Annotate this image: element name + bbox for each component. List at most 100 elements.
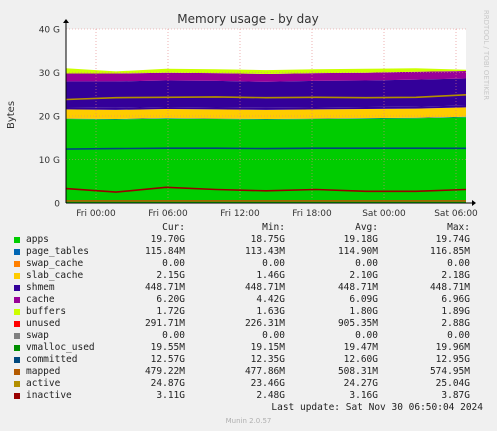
- legend-value-min: 0.00: [262, 258, 285, 269]
- legend-value-min: 477.86M: [244, 366, 285, 377]
- legend-header-max: Max:: [447, 222, 470, 233]
- legend-swatch: [14, 261, 20, 267]
- legend-value-min: 448.71M: [244, 282, 285, 293]
- legend-value-cur: 3.11G: [156, 390, 185, 401]
- legend-value-min: 4.42G: [256, 294, 285, 305]
- legend-value-cur: 448.71M: [144, 282, 185, 293]
- y-axis-label: Bytes: [6, 101, 17, 129]
- legend-label: vmalloc_used: [26, 342, 95, 353]
- legend-value-min: 23.46G: [250, 378, 285, 389]
- x-tick-label: Fri 18:00: [292, 209, 332, 219]
- legend-row-cache: cache 6.20G 4.42G 6.09G 6.96G: [14, 294, 484, 306]
- legend-value-min: 1.46G: [256, 270, 285, 281]
- legend-value-min: 18.75G: [250, 234, 285, 245]
- legend-row-page-tables: page_tables 115.84M 113.43M 114.90M 116.85M: [14, 246, 484, 258]
- legend-value-avg: 448.71M: [337, 282, 378, 293]
- x-tick-label: Sat 00:00: [362, 209, 406, 219]
- last-update: Last update: Sat Nov 30 06:50:04 2024: [271, 402, 483, 413]
- legend-value-avg: 6.09G: [349, 294, 378, 305]
- legend-swatch: [14, 333, 20, 339]
- legend-value-avg: 24.27G: [343, 378, 378, 389]
- legend-header-cur: Cur:: [162, 222, 185, 233]
- legend-value-cur: 6.20G: [156, 294, 185, 305]
- legend-swatch: [14, 237, 20, 243]
- legend-header-avg: Avg:: [355, 222, 378, 233]
- legend-value-cur: 479.22M: [144, 366, 185, 377]
- watermark: RRDTOOL / TOBI OETIKER: [482, 10, 490, 100]
- legend-value-avg: 508.31M: [337, 366, 378, 377]
- legend-label: swap: [26, 330, 49, 341]
- legend-value-max: 25.04G: [435, 378, 470, 389]
- x-tick-label: Sat 06:00: [434, 209, 478, 219]
- legend-value-cur: 24.87G: [150, 378, 185, 389]
- legend-row-mapped: mapped 479.22M 477.86M 508.31M 574.95M: [14, 366, 484, 378]
- legend-label: committed: [26, 354, 78, 365]
- legend-value-avg: 19.47M: [343, 342, 378, 353]
- legend-value-min: 12.35G: [250, 354, 285, 365]
- legend-row-committed: committed 12.57G 12.35G 12.60G 12.95G: [14, 354, 484, 366]
- legend-swatch: [14, 345, 20, 351]
- x-tick-label: Fri 12:00: [220, 209, 260, 219]
- legend-row-slab-cache: slab_cache 2.15G 1.46G 2.10G 2.18G: [14, 270, 484, 282]
- legend-value-min: 2.48G: [256, 390, 285, 401]
- legend-value-min: 226.31M: [244, 318, 285, 329]
- area-cache: [66, 78, 466, 108]
- legend-row-swap-cache: swap_cache 0.00 0.00 0.00 0.00: [14, 258, 484, 270]
- legend-swatch: [14, 249, 20, 255]
- legend-value-max: 19.74G: [435, 234, 470, 245]
- legend-swatch: [14, 357, 20, 363]
- legend-row-shmem: shmem 448.71M 448.71M 448.71M 448.71M: [14, 282, 484, 294]
- legend-label: inactive: [26, 390, 72, 401]
- legend-value-min: 1.63G: [256, 306, 285, 317]
- legend-row-active: active 24.87G 23.46G 24.27G 25.04G: [14, 378, 484, 390]
- legend-value-max: 574.95M: [429, 366, 470, 377]
- legend-value-max: 1.89G: [441, 306, 470, 317]
- legend-value-max: 0.00: [447, 330, 470, 341]
- legend-value-cur: 291.71M: [144, 318, 185, 329]
- legend-label: unused: [26, 318, 61, 329]
- legend-swatch: [14, 381, 20, 387]
- legend-swatch: [14, 273, 20, 279]
- legend-row-vmalloc-used: vmalloc_used 19.55M 19.15M 19.47M 19.96M: [14, 342, 484, 354]
- legend-value-avg: 905.35M: [337, 318, 378, 329]
- legend-value-cur: 12.57G: [150, 354, 185, 365]
- legend-row-swap: swap 0.00 0.00 0.00 0.00: [14, 330, 484, 342]
- legend-label: swap_cache: [26, 258, 84, 269]
- legend-row-buffers: buffers 1.72G 1.63G 1.80G 1.89G: [14, 306, 484, 318]
- legend-value-max: 6.96G: [441, 294, 470, 305]
- y-tick-label: 40 G: [39, 26, 60, 36]
- legend-value-avg: 0.00: [355, 330, 378, 341]
- y-tick-label: 0: [54, 200, 60, 210]
- legend-value-min: 0.00: [262, 330, 285, 341]
- legend-value-max: 0.00: [447, 258, 470, 269]
- legend-value-cur: 19.55M: [150, 342, 185, 353]
- legend-value-max: 12.95G: [435, 354, 470, 365]
- legend-value-cur: 115.84M: [144, 246, 185, 257]
- legend-value-min: 19.15M: [250, 342, 285, 353]
- munin-version: Munin 2.0.57: [225, 417, 272, 425]
- legend-label: mapped: [26, 366, 61, 377]
- x-axis-arrow: [472, 200, 476, 206]
- x-tick-label: Fri 06:00: [148, 209, 188, 219]
- legend-value-max: 116.85M: [429, 246, 470, 257]
- legend-value-max: 2.88G: [441, 318, 470, 329]
- y-tick-label: 20 G: [39, 113, 60, 123]
- legend-value-min: 113.43M: [244, 246, 285, 257]
- line-committed: [65, 147, 467, 150]
- legend-value-avg: 0.00: [355, 258, 378, 269]
- y-axis-arrow: [63, 19, 69, 23]
- legend-value-avg: 2.10G: [349, 270, 378, 281]
- legend-swatch: [14, 285, 20, 291]
- legend-label: buffers: [26, 306, 67, 317]
- legend-swatch: [14, 369, 20, 375]
- y-tick-label: 30 G: [39, 69, 60, 79]
- legend-value-cur: 0.00: [162, 258, 185, 269]
- legend-value-avg: 19.18G: [343, 234, 378, 245]
- legend-value-avg: 1.80G: [349, 306, 378, 317]
- legend-value-cur: 0.00: [162, 330, 185, 341]
- legend-row-inactive: inactive 3.11G 2.48G 3.16G 3.87G: [14, 390, 484, 402]
- legend-swatch: [14, 297, 20, 303]
- legend-swatch: [14, 393, 20, 399]
- legend-value-avg: 12.60G: [343, 354, 378, 365]
- legend-value-max: 448.71M: [429, 282, 470, 293]
